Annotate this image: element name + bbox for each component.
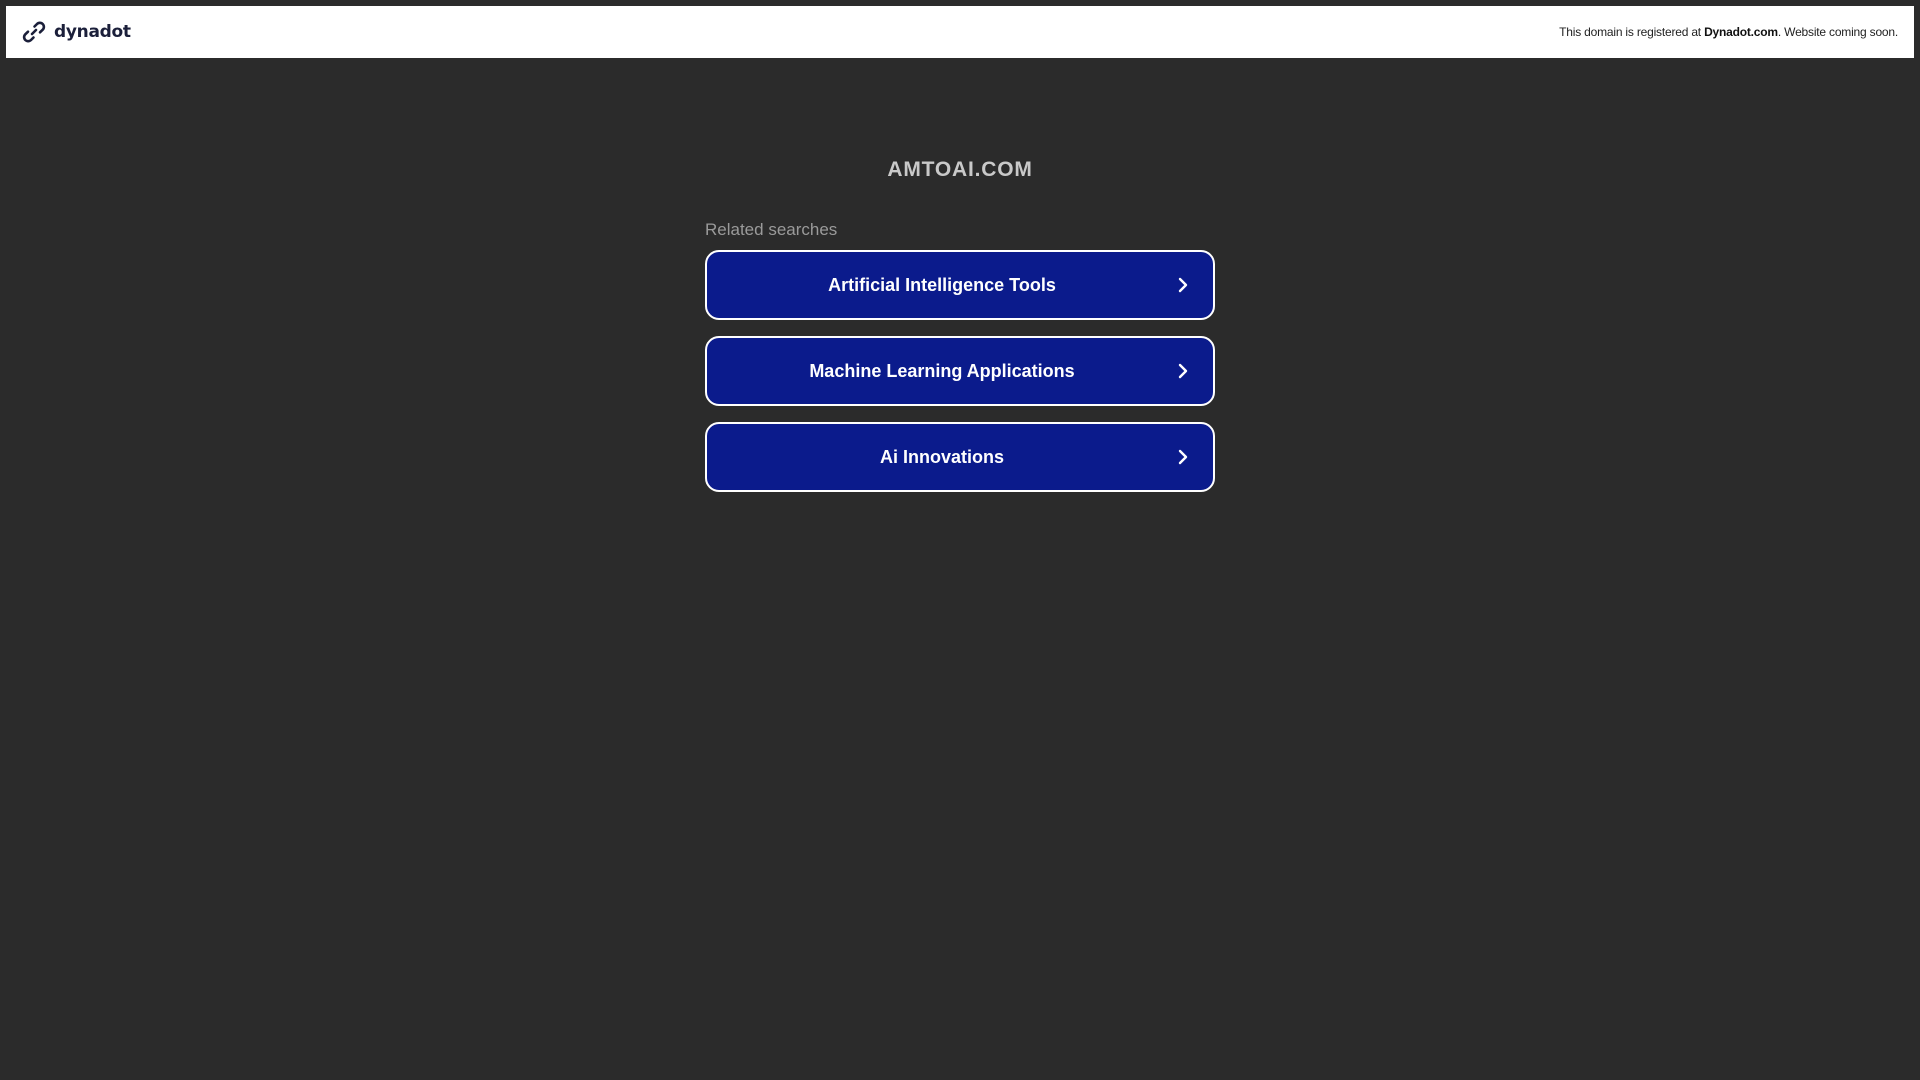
domain-title: AMTOAI.COM [887,158,1033,181]
related-searches-heading: Related searches [705,220,838,239]
related-searches: Related searches Artificial Intelligence… [705,220,1215,508]
chevron-right-icon [1175,363,1191,379]
main-content: AMTOAI.COM Related searches Artificial I… [0,58,1920,508]
search-link-label: Artificial Intelligence Tools [828,274,1056,295]
chevron-right-icon [1175,277,1191,293]
dynadot-logo-icon [20,18,48,46]
search-link-artificial-intelligence-tools[interactable]: Artificial Intelligence Tools [705,250,1215,320]
notice-suffix: . Website coming soon. [1777,25,1898,39]
search-link-ai-innovations[interactable]: Ai Innovations [705,422,1215,492]
search-link-label: Machine Learning Applications [809,360,1075,381]
top-bar: dynadot This domain is registered at Dyn… [6,6,1914,58]
search-link-label: Ai Innovations [879,446,1004,467]
registration-notice: This domain is registered at Dynadot.com… [1559,25,1898,39]
brand-name: dynadot [54,22,131,42]
notice-prefix: This domain is registered at [1559,25,1705,39]
search-link-machine-learning-applications[interactable]: Machine Learning Applications [705,336,1215,406]
brand[interactable]: dynadot [20,18,131,46]
dynadot-link[interactable]: Dynadot.com [1704,25,1778,39]
chevron-right-icon [1175,449,1191,465]
